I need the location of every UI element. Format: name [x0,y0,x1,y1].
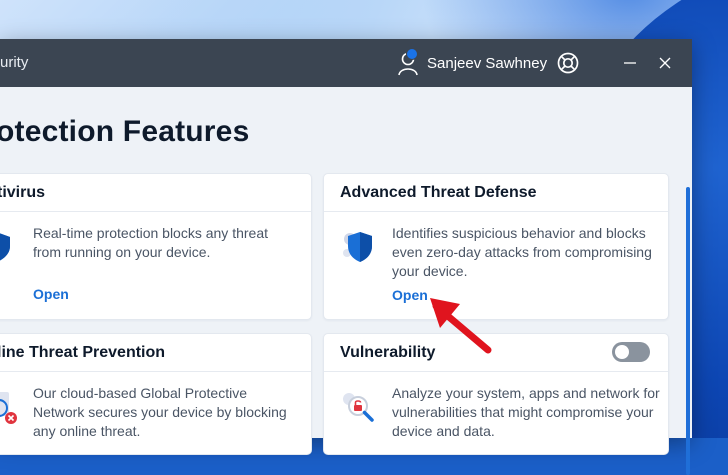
card-title: line Threat Prevention [0,344,166,361]
antivirus-card: tivirus Real-time protection blocks any … [0,173,312,320]
user-name: Sanjeev Sawhney [427,54,548,72]
main-content: otection Features tivirus Real-time prot… [0,87,692,455]
page-title: otection Features [0,115,250,148]
card-header: line Threat Prevention [0,334,311,372]
shield-icon [0,232,11,267]
card-description: Real-time protection blocks any threat f… [33,225,268,260]
antivirus-open-link[interactable]: Open [33,286,69,302]
lifebuoy-support-icon[interactable] [557,52,579,74]
annotation-arrow-icon [430,298,492,354]
globe-blocked-icon [0,390,19,431]
card-header: tivirus [0,174,311,212]
card-title: tivirus [0,184,46,201]
app-title: urity [0,54,29,71]
app-window: urity Sanjeev Sawhney otection Features … [0,39,692,475]
shield-icon [341,229,375,270]
toggle-knob [615,345,629,359]
card-title: Advanced Threat Defense [340,184,537,201]
advanced-threat-defense-open-link[interactable]: Open [392,287,428,303]
notification-dot [406,48,418,60]
online-threat-prevention-card: line Threat Prevention Our cloud-based G… [0,333,312,455]
card-description: Identifies suspicious behavior and block… [392,225,652,279]
user-icon [397,48,419,76]
close-button[interactable] [653,51,677,75]
minimize-button[interactable] [618,51,642,75]
title-bar: urity Sanjeev Sawhney [0,39,692,87]
card-title: Vulnerability [340,344,436,361]
vulnerability-toggle[interactable] [612,342,650,362]
card-description: Analyze your system, apps and network fo… [392,385,660,439]
card-description: Our cloud-based Global Protective Networ… [33,385,287,439]
vertical-scrollbar[interactable] [686,187,690,475]
user-account[interactable]: Sanjeev Sawhney [397,48,548,76]
magnifier-lock-icon [341,391,377,430]
card-header: Advanced Threat Defense [324,174,668,212]
